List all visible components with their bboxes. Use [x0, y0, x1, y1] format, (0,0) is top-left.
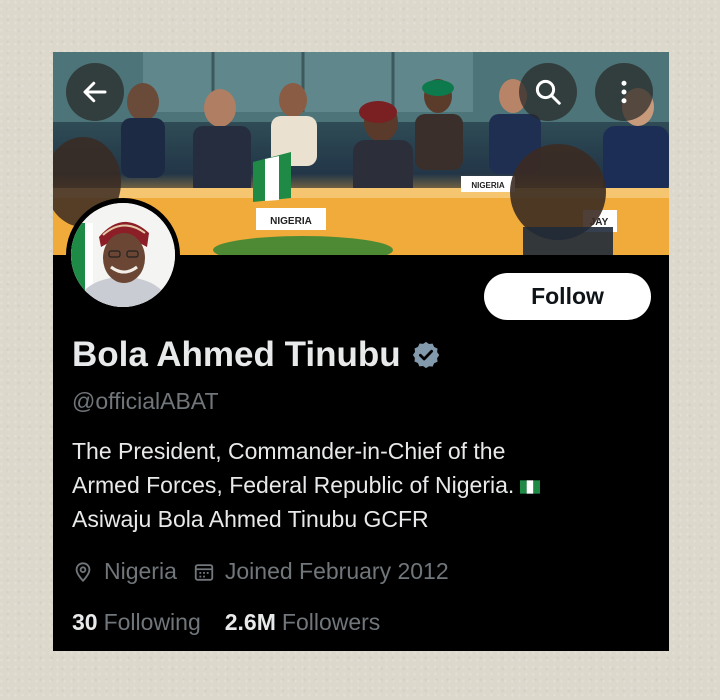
- follow-button[interactable]: Follow: [484, 273, 651, 320]
- bio-line: The President, Commander-in-Chief of the: [72, 438, 506, 464]
- joined-item: Joined February 2012: [193, 558, 449, 585]
- bio-line-text: Armed Forces, Federal Republic of Nigeri…: [72, 472, 515, 498]
- followers-link[interactable]: 2.6M Followers: [225, 609, 381, 636]
- profile-name-row: Bola Ahmed Tinubu: [72, 335, 441, 375]
- profile-bio: The President, Commander-in-Chief of the…: [72, 434, 652, 536]
- following-count: 30: [72, 609, 98, 635]
- search-icon: [535, 79, 561, 105]
- back-button[interactable]: [66, 63, 124, 121]
- followers-label: Followers: [281, 609, 381, 635]
- following-link[interactable]: 30 Following: [72, 609, 201, 636]
- profile-meta: Nigeria Joined February 2012: [72, 558, 465, 585]
- more-options-button[interactable]: [595, 63, 653, 121]
- bio-line: Asiwaju Bola Ahmed Tinubu GCFR: [72, 506, 429, 532]
- profile-card: NIGERIA NIGERIA JAY Follow Bola Ahmed Ti…: [53, 52, 669, 651]
- bio-line: Armed Forces, Federal Republic of Nigeri…: [72, 468, 652, 502]
- search-button[interactable]: [519, 63, 577, 121]
- profile-handle: @officialABAT: [72, 388, 219, 414]
- banner-placard-2: NIGERIA: [471, 181, 505, 190]
- avatar[interactable]: [66, 198, 180, 312]
- banner-placard-1: NIGERIA: [270, 216, 312, 227]
- display-name: Bola Ahmed Tinubu: [72, 335, 401, 374]
- calendar-icon: [194, 563, 214, 581]
- following-label: Following: [103, 609, 201, 635]
- joined-text: Joined February 2012: [224, 558, 449, 584]
- location-pin-icon: [75, 561, 91, 582]
- arrow-left-icon: [83, 81, 107, 103]
- location-item: Nigeria: [72, 558, 177, 585]
- verified-badge-icon[interactable]: [411, 340, 441, 370]
- more-vertical-icon: [621, 80, 627, 104]
- profile-stats: 30 Following 2.6M Followers: [72, 609, 404, 636]
- nigeria-flag-icon: [520, 480, 541, 494]
- avatar-image: [71, 203, 175, 307]
- location-text: Nigeria: [104, 558, 177, 584]
- followers-count: 2.6M: [224, 609, 276, 635]
